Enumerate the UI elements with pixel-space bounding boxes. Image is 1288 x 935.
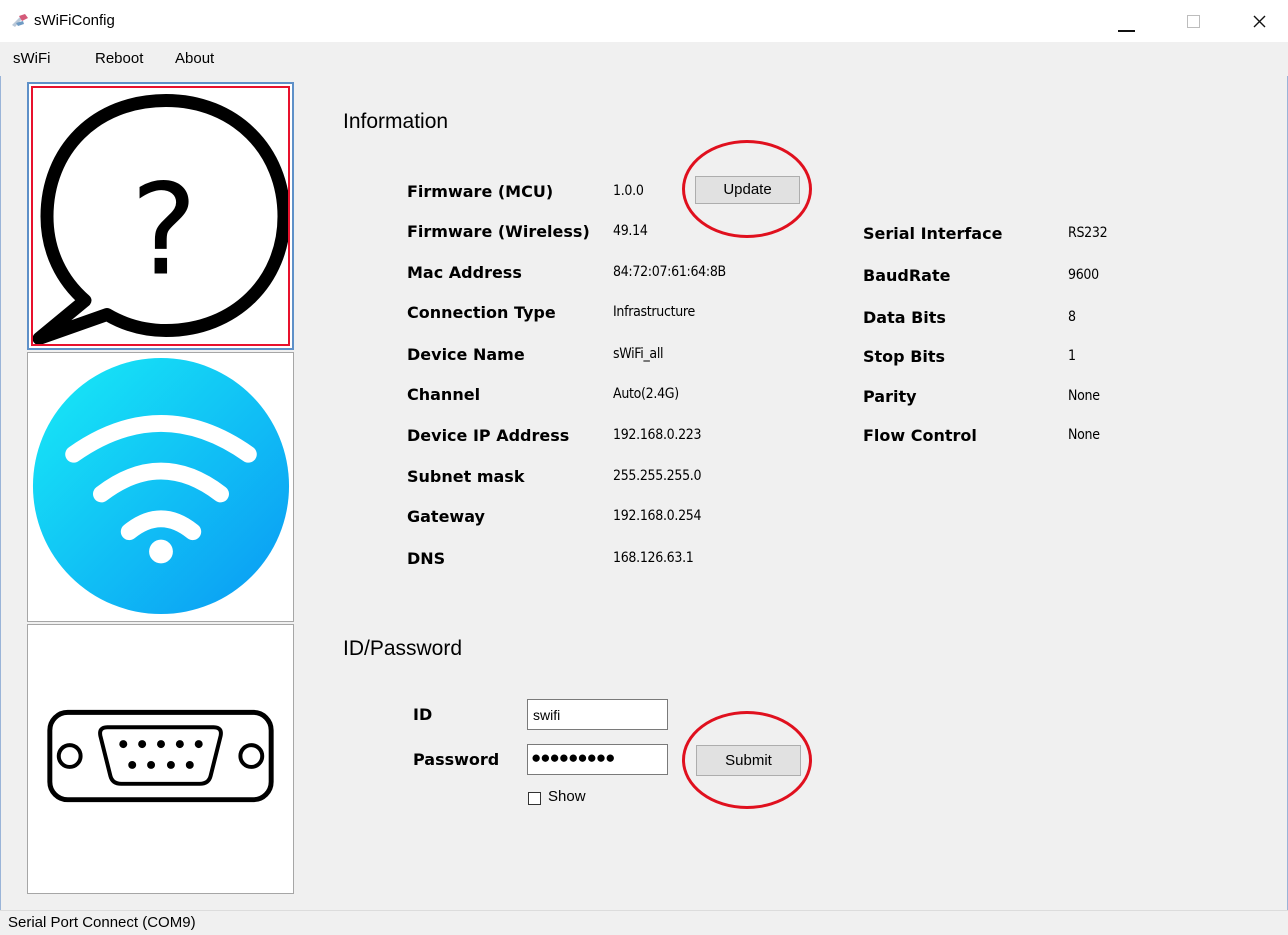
status-bar: Serial Port Connect (COM9)	[0, 910, 1288, 935]
password-input[interactable]: ●●●●●●●●●	[527, 744, 668, 775]
value-firmware-mcu: 1.0.0	[613, 183, 644, 199]
update-button[interactable]: Update	[695, 176, 800, 204]
serial-port-icon	[47, 709, 274, 803]
value-baudrate: 9600	[1068, 267, 1099, 283]
menu-bar: sWiFi Reboot About	[0, 42, 1288, 76]
value-device-ip: 192.168.0.223	[613, 427, 702, 443]
value-firmware-wireless: 49.14	[613, 223, 648, 239]
close-button[interactable]	[1236, 0, 1282, 42]
wifi-icon	[32, 357, 290, 615]
menu-swifi[interactable]: sWiFi	[13, 50, 51, 67]
label-baudrate: BaudRate	[863, 266, 951, 285]
label-id: ID	[413, 705, 433, 724]
label-password: Password	[413, 750, 500, 769]
question-mark-glyph: ?	[131, 157, 198, 304]
value-gateway: 192.168.0.254	[613, 508, 702, 524]
value-stop-bits: 1	[1068, 348, 1076, 364]
value-parity: None	[1068, 388, 1100, 404]
id-input[interactable]	[527, 699, 668, 730]
password-mask: ●●●●●●●●●	[531, 748, 615, 767]
label-stop-bits: Stop Bits	[863, 347, 946, 366]
submit-button[interactable]: Submit	[696, 745, 801, 776]
label-data-bits: Data Bits	[863, 308, 946, 327]
label-subnet-mask: Subnet mask	[407, 467, 525, 486]
value-channel: Auto(2.4G)	[613, 386, 679, 402]
information-title: Information	[343, 110, 449, 133]
value-mac-address: 84:72:07:61:64:8B	[613, 264, 726, 280]
label-device-ip: Device IP Address	[407, 426, 570, 445]
value-device-name: sWiFi_all	[613, 346, 664, 362]
show-password-checkbox[interactable]	[528, 792, 541, 805]
show-password-label[interactable]: Show	[548, 788, 586, 805]
label-serial-interface: Serial Interface	[863, 224, 1003, 243]
value-serial-interface: RS232	[1068, 225, 1108, 241]
label-parity: Parity	[863, 387, 917, 406]
label-channel: Channel	[407, 385, 481, 404]
status-text: Serial Port Connect (COM9)	[8, 914, 196, 931]
label-flow-control: Flow Control	[863, 426, 977, 445]
app-icon	[12, 14, 28, 27]
question-bubble-icon: ?	[33, 94, 288, 344]
value-dns: 168.126.63.1	[613, 550, 694, 566]
menu-about[interactable]: About	[175, 50, 214, 67]
sidebar-tile-serial[interactable]	[27, 624, 294, 894]
sidebar-tile-wifi[interactable]	[27, 352, 294, 622]
credentials-title: ID/Password	[343, 637, 463, 660]
sidebar-tile-information[interactable]: ?	[27, 82, 294, 350]
value-connection-type: Infrastructure	[613, 304, 695, 320]
value-subnet-mask: 255.255.255.0	[613, 468, 702, 484]
label-device-name: Device Name	[407, 345, 525, 364]
label-firmware-wireless: Firmware (Wireless)	[407, 222, 590, 241]
selected-tile-highlight: ?	[31, 86, 290, 346]
title-bar[interactable]: sWiFiConfig	[0, 0, 1288, 42]
value-flow-control: None	[1068, 427, 1100, 443]
maximize-button[interactable]	[1170, 0, 1216, 42]
close-icon	[1253, 15, 1266, 28]
menu-reboot[interactable]: Reboot	[95, 50, 143, 67]
label-mac-address: Mac Address	[407, 263, 522, 282]
value-data-bits: 8	[1068, 309, 1076, 325]
minimize-button[interactable]	[1104, 0, 1150, 42]
label-connection-type: Connection Type	[407, 303, 556, 322]
label-firmware-mcu: Firmware (MCU)	[407, 182, 554, 201]
window-title: sWiFiConfig	[34, 12, 115, 29]
label-dns: DNS	[407, 549, 446, 568]
label-gateway: Gateway	[407, 507, 485, 526]
